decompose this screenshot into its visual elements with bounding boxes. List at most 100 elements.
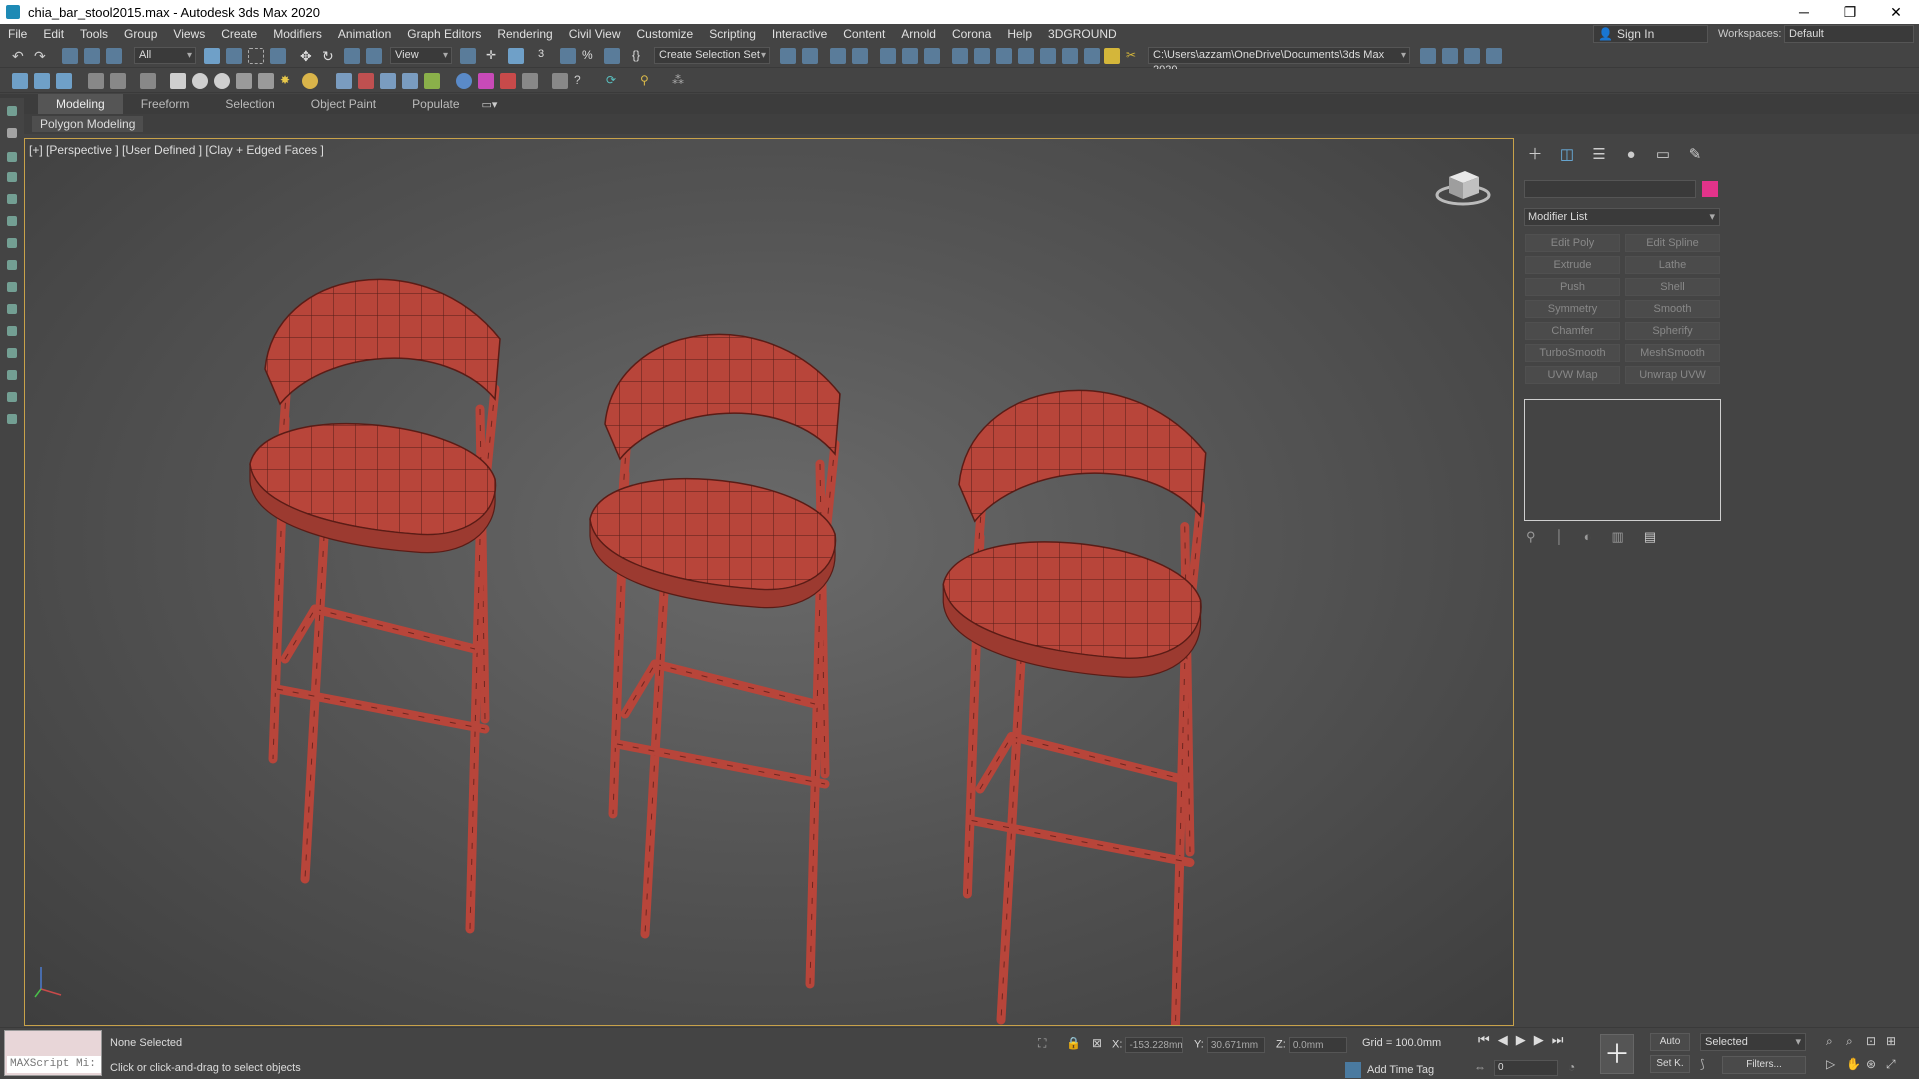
foliage-icon[interactable] — [424, 73, 440, 89]
rotate-tool-icon[interactable] — [7, 260, 17, 270]
panel-tool-icon[interactable] — [7, 194, 17, 204]
close-button[interactable]: ✕ — [1873, 0, 1919, 24]
project-save-icon[interactable] — [1486, 48, 1502, 64]
menu-rendering[interactable]: Rendering — [489, 24, 560, 44]
modifier-uvw-map-button[interactable]: UVW Map — [1525, 366, 1620, 384]
pin-icon[interactable]: ⚲ — [640, 73, 656, 89]
display-tab-icon[interactable]: ▭ — [1654, 146, 1672, 164]
bar-stools-model[interactable] — [25, 139, 1514, 1026]
pin-tool-icon[interactable] — [7, 106, 17, 116]
menu-civil-view[interactable]: Civil View — [561, 24, 629, 44]
refresh-icon[interactable]: ⟳ — [606, 73, 622, 89]
project-path-dropdown[interactable]: C:\Users\azzam\OneDrive\Documents\3ds Ma… — [1148, 47, 1410, 76]
spacewarps-icon[interactable] — [380, 73, 396, 89]
project-new-icon[interactable] — [1464, 48, 1480, 64]
lock-selection-icon[interactable]: 🔒 — [1066, 1036, 1081, 1050]
material-icon[interactable] — [500, 73, 516, 89]
zoom-extents-all-icon[interactable]: ⊞ — [1886, 1034, 1906, 1049]
bar-stool-3[interactable] — [942, 389, 1207, 1026]
ribbon-tab-modeling[interactable]: Modeling — [38, 94, 123, 114]
snap-3-icon[interactable]: 3 — [538, 48, 554, 64]
maxscript-input[interactable]: MAXScript Mi: — [7, 1056, 101, 1073]
weld-tool-icon[interactable] — [7, 370, 17, 380]
maximize-button[interactable]: ❐ — [1827, 0, 1873, 24]
modify-tab-icon[interactable]: ◫ — [1558, 146, 1576, 164]
window-crossing-icon[interactable] — [270, 48, 286, 64]
time-config-icon[interactable]: ◔ — [1568, 1060, 1575, 1074]
systems-icon[interactable] — [402, 73, 418, 89]
zoom-extents-icon[interactable]: ⊡ — [1866, 1034, 1886, 1049]
utilities-tab-icon[interactable]: ✎ — [1686, 146, 1704, 164]
material-editor-icon[interactable] — [952, 48, 968, 64]
key-filter-dropdown[interactable]: Selected — [1700, 1033, 1806, 1051]
modifier-edit-poly-button[interactable]: Edit Poly — [1525, 234, 1620, 252]
sign-in-dropdown[interactable]: 👤 Sign In — [1593, 25, 1708, 43]
select-manipulate-icon[interactable]: ✛ — [486, 48, 502, 64]
modifier-chamfer-button[interactable]: Chamfer — [1525, 322, 1620, 340]
go-to-start-icon[interactable]: ⏮ — [1478, 1032, 1490, 1048]
auto-key-button[interactable]: Auto — [1650, 1033, 1690, 1051]
ribbon-tab-populate[interactable]: Populate — [394, 94, 477, 114]
ribbon-tab-selection[interactable]: Selection — [207, 94, 292, 114]
workspace-select[interactable]: Default — [1784, 25, 1914, 43]
ribbon-tab-freeform[interactable]: Freeform — [123, 94, 208, 114]
undo-icon[interactable]: ↶ — [12, 48, 28, 64]
zoom-icon[interactable]: ⌕ — [1826, 1034, 1846, 1049]
modifier-shell-button[interactable]: Shell — [1625, 278, 1720, 296]
modifier-lathe-button[interactable]: Lathe — [1625, 256, 1720, 274]
motion-tab-icon[interactable]: ● — [1622, 146, 1640, 164]
z-coordinate-input[interactable] — [1288, 1037, 1347, 1053]
menu-arnold[interactable]: Arnold — [893, 24, 944, 44]
field-of-view-icon[interactable]: ▷ — [1826, 1057, 1846, 1072]
render-active-icon[interactable] — [1084, 48, 1100, 64]
current-frame-field[interactable]: 0 — [1494, 1060, 1558, 1076]
copy-icon[interactable] — [552, 73, 568, 89]
cylinder-icon[interactable] — [192, 73, 208, 89]
torus-icon[interactable] — [236, 73, 252, 89]
maximize-viewport-icon[interactable]: ⤢ — [1886, 1057, 1906, 1072]
percent-snap-icon[interactable]: % — [582, 48, 598, 64]
render-production-icon[interactable] — [1040, 48, 1056, 64]
maxscript-listener[interactable]: MAXScript Mi: — [4, 1030, 102, 1076]
go-to-end-icon[interactable]: ⏭ — [1552, 1032, 1564, 1048]
show-end-result-icon[interactable]: │ — [1556, 529, 1564, 545]
scissors-icon[interactable]: ✂ — [1126, 48, 1142, 64]
sun-icon[interactable] — [302, 73, 318, 89]
zoom-all-icon[interactable]: ⌕ — [1846, 1034, 1866, 1049]
align-icon[interactable] — [802, 48, 818, 64]
play-icon[interactable]: ▶ — [1516, 1032, 1526, 1048]
menu-file[interactable]: File — [0, 24, 35, 44]
batch-icon[interactable] — [522, 73, 538, 89]
mirror-tool-icon[interactable] — [7, 238, 17, 248]
selection-set-dropdown[interactable]: Create Selection Set — [654, 47, 770, 64]
menu-animation[interactable]: Animation — [330, 24, 399, 44]
layer-explorer-icon[interactable] — [852, 48, 868, 64]
rotate-icon[interactable]: ↻ — [322, 48, 338, 64]
remove-modifier-icon[interactable]: ▥ — [1612, 529, 1624, 545]
angle-snap-icon[interactable] — [560, 48, 576, 64]
helpers-icon[interactable] — [358, 73, 374, 89]
curve-editor-icon[interactable] — [902, 48, 918, 64]
y-coordinate-input[interactable] — [1206, 1037, 1265, 1053]
key-filters-icon[interactable]: ⟆ — [1700, 1057, 1705, 1071]
menu-views[interactable]: Views — [165, 24, 213, 44]
bind-space-warp-icon[interactable] — [106, 48, 122, 64]
previous-frame-icon[interactable]: ◀ — [1498, 1032, 1508, 1048]
menu-help[interactable]: Help — [999, 24, 1040, 44]
arrow-tool-icon[interactable] — [7, 216, 17, 226]
isolate-icon[interactable] — [88, 73, 104, 89]
ribbon-tab-object-paint[interactable]: Object Paint — [293, 94, 394, 114]
menu-edit[interactable]: Edit — [35, 24, 72, 44]
box-icon[interactable] — [170, 73, 186, 89]
filters-button[interactable]: Filters... — [1722, 1056, 1806, 1074]
ribbon-toggle-icon[interactable] — [880, 48, 896, 64]
layer-manager-icon[interactable] — [12, 73, 28, 89]
modifier-symmetry-button[interactable]: Symmetry — [1525, 300, 1620, 318]
place-icon[interactable] — [366, 48, 382, 64]
selection-filter-dropdown[interactable]: All — [134, 47, 196, 64]
object-name-field[interactable] — [1524, 180, 1696, 198]
set-key-mode-button[interactable]: Set K. — [1650, 1055, 1690, 1073]
edit-named-sets-icon[interactable]: {} — [632, 48, 648, 64]
rect-selection-icon[interactable] — [248, 48, 264, 64]
camera-icon[interactable] — [336, 73, 352, 89]
